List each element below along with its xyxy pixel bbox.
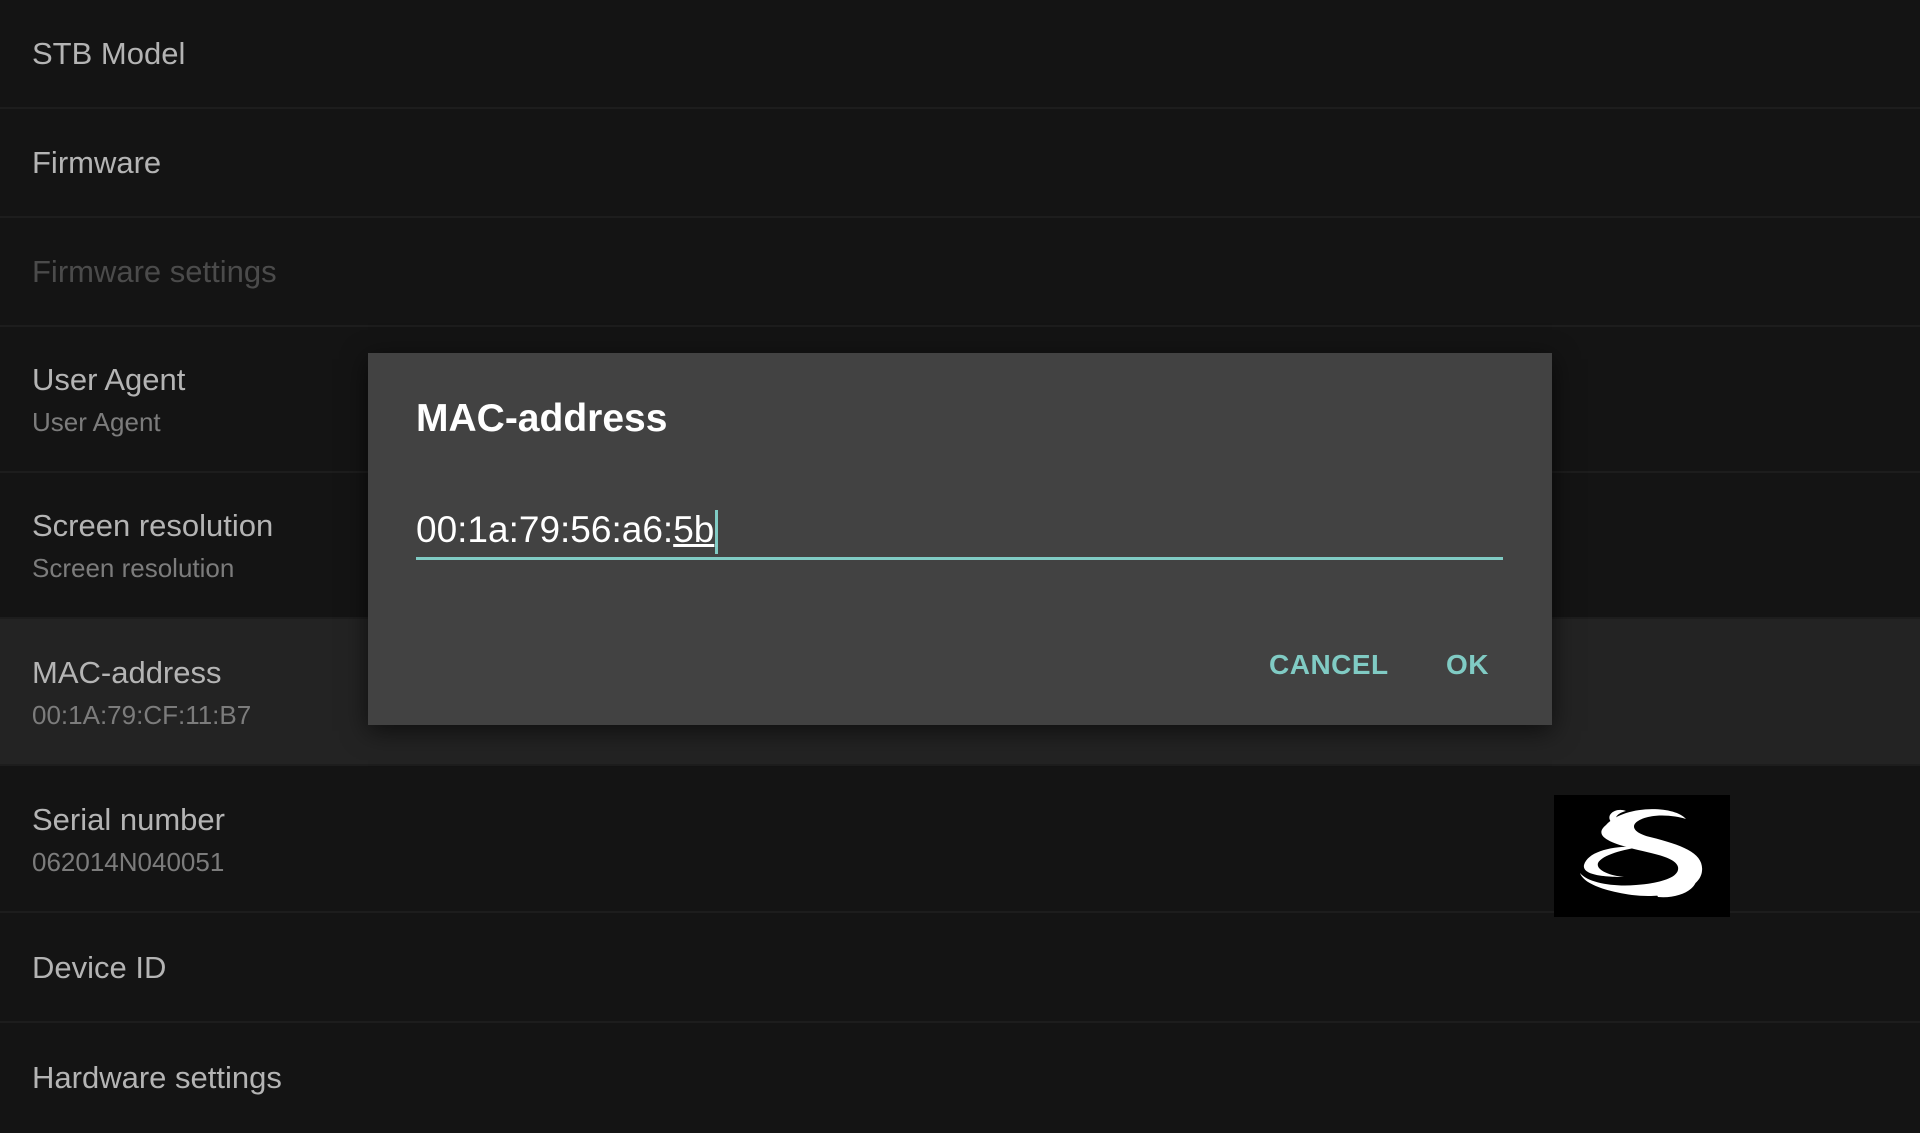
mac-address-input[interactable]: 00:1a:79:56:a6:5b bbox=[416, 503, 1503, 560]
ok-button[interactable]: OK bbox=[1446, 649, 1489, 681]
mac-address-value-prefix: 00:1a:79:56:a6: bbox=[416, 509, 674, 550]
dialog-title: MAC-address bbox=[416, 397, 668, 440]
cancel-button[interactable]: CANCEL bbox=[1269, 649, 1389, 681]
mac-address-input-text: 00:1a:79:56:a6:5b bbox=[416, 503, 719, 557]
text-caret bbox=[715, 510, 719, 555]
mac-address-value-composing: 5b bbox=[673, 509, 715, 550]
mac-address-dialog: MAC-address 00:1a:79:56:a6:5b CANCEL OK bbox=[368, 353, 1552, 725]
